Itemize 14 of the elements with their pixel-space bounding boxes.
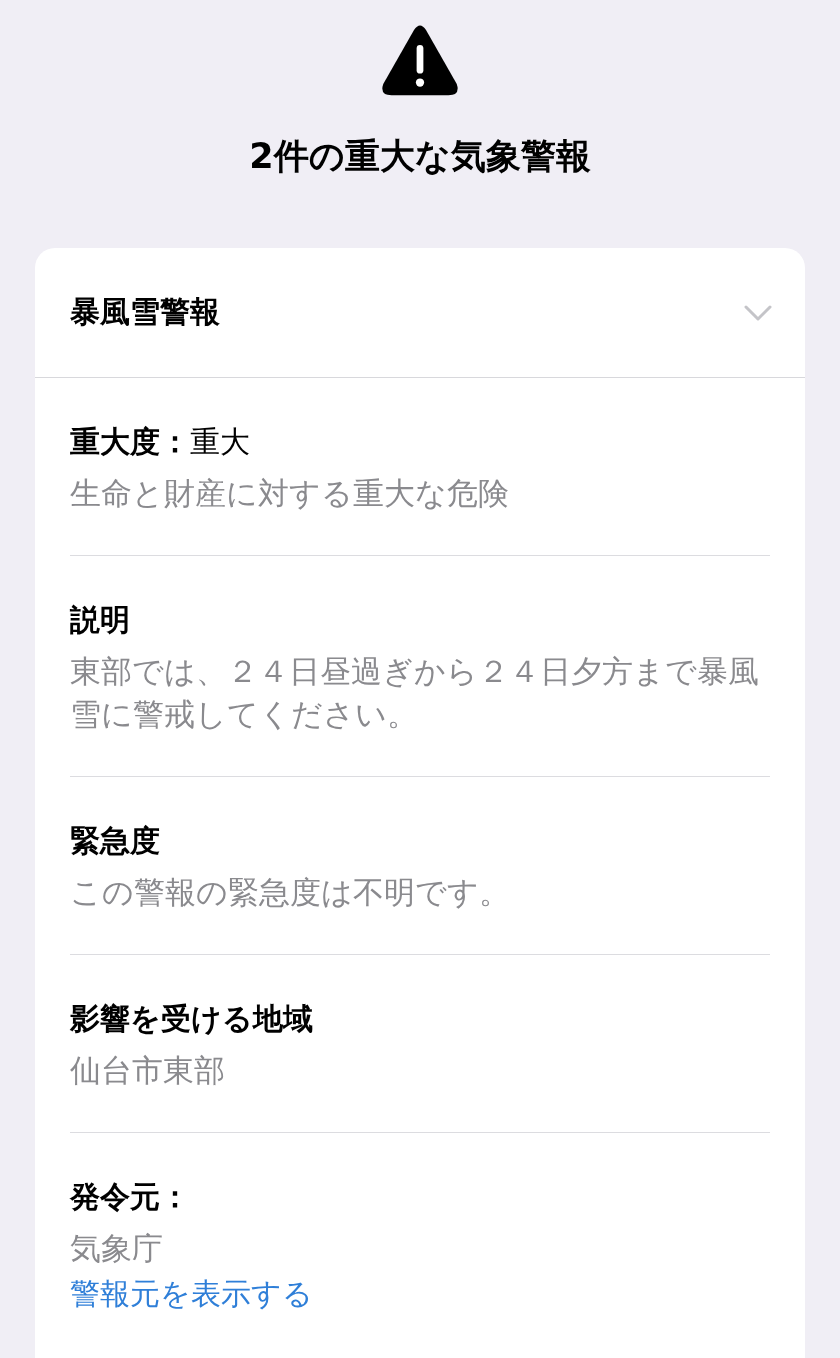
section-label: 重大度：重大 [70,423,251,461]
section-description: 東部では、２４日昼過ぎから２４日夕方まで暴風雪に警戒してください。 [70,652,760,734]
alert-title: 暴風雪警報 [70,293,220,331]
section-label: 発令元： [70,1178,191,1216]
alert-count-title: 2件の重大な気象警報 [249,135,591,178]
section-description: 仙台市東部 [70,1051,226,1090]
alert-header[interactable]: 暴風雪警報 [35,248,805,378]
section-label: 説明 [70,601,131,639]
section-description: この警報の緊急度は不明です。 [70,873,511,912]
section-label: 影響を受ける地域 [70,1000,314,1038]
source-link[interactable]: 警報元を表示する [70,1270,770,1318]
section-description: 気象庁 [70,1229,164,1268]
section-label: 緊急度 [70,822,161,860]
section-description: 生命と財産に対する重大な危険 [70,474,510,513]
